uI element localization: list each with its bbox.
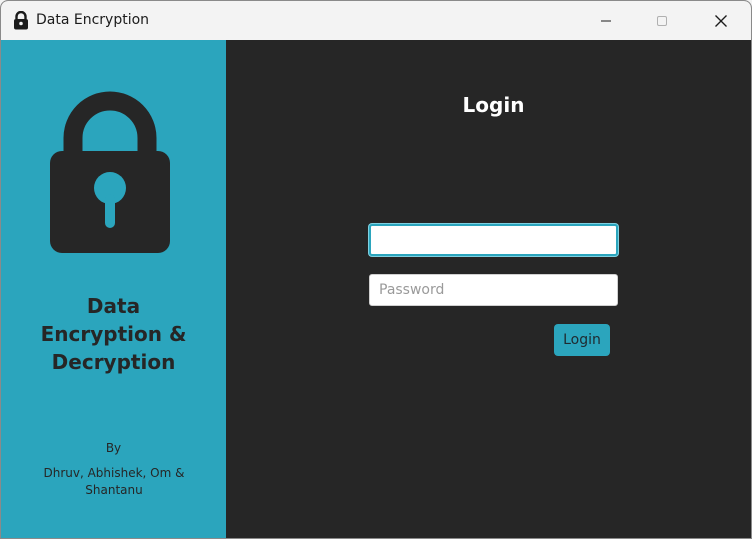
by-label: By	[105, 441, 122, 455]
app-heading-line: Decryption	[51, 350, 176, 374]
page-title: Login	[462, 93, 525, 117]
lock-icon	[50, 91, 170, 253]
lock-icon	[14, 11, 28, 30]
login-button[interactable]: Login	[554, 324, 610, 356]
authors-line: Dhruv, Abhishek, Om &	[43, 466, 185, 480]
close-icon	[715, 14, 727, 27]
username-input[interactable]	[369, 224, 618, 256]
app-heading-line: Encryption &	[40, 322, 187, 346]
close-button[interactable]	[698, 1, 744, 40]
minimize-icon	[601, 20, 611, 21]
app-window: Data Encryption Data Encryption & Decryp…	[0, 0, 752, 539]
maximize-icon	[657, 15, 667, 26]
password-input[interactable]	[369, 274, 618, 306]
authors: Dhruv, Abhishek, Om & Shantanu	[33, 465, 195, 499]
authors-line: Shantanu	[85, 483, 143, 497]
title-bar[interactable]: Data Encryption	[1, 1, 751, 40]
login-panel: Login Login	[226, 40, 751, 538]
minimize-button[interactable]	[583, 1, 629, 40]
sidebar: Data Encryption & Decryption By Dhruv, A…	[1, 40, 226, 538]
app-heading: Data Encryption & Decryption	[1, 292, 226, 376]
window-title: Data Encryption	[36, 12, 150, 28]
app-heading-line: Data	[86, 294, 141, 318]
maximize-button[interactable]	[639, 1, 685, 40]
